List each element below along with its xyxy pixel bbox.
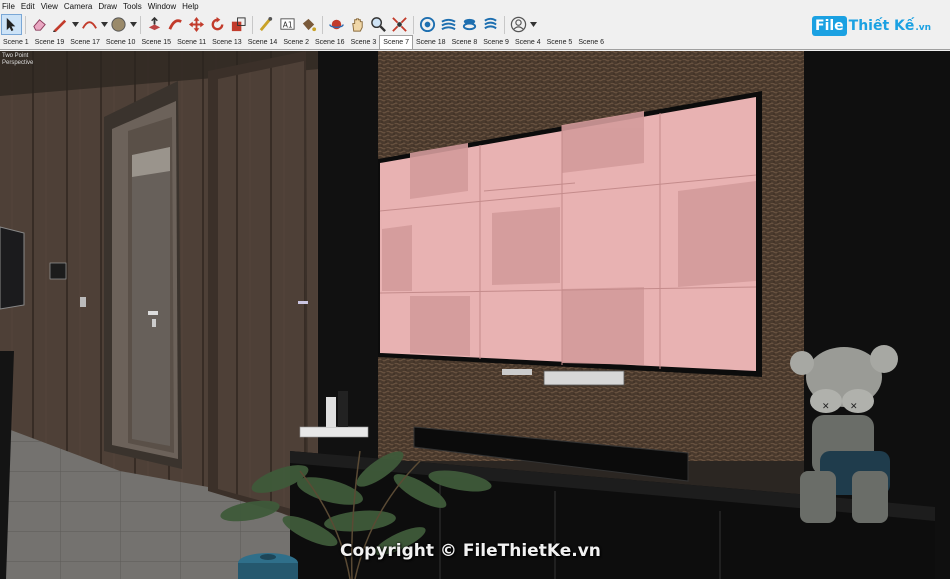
account-icon — [510, 16, 527, 33]
scene-tab-scene-11[interactable]: Scene 11 — [174, 36, 209, 49]
menu-bar: File Edit View Camera Draw Tools Window Help — [0, 0, 950, 13]
zoom-extents-icon — [392, 17, 407, 32]
scene-tab-scene-9[interactable]: Scene 9 — [480, 36, 512, 49]
svg-text:A1: A1 — [283, 20, 293, 29]
scene-tab-scene-6[interactable]: Scene 6 — [575, 36, 607, 49]
toolbar-separator — [413, 15, 414, 34]
scene-tab-scene-3[interactable]: Scene 3 — [348, 36, 380, 49]
extension-warehouse-tool-button[interactable] — [438, 14, 459, 35]
scene-tab-scene-7[interactable]: Scene 7 — [379, 35, 413, 49]
camera-mode-label: Two Point Perspective — [2, 53, 33, 67]
camera-mode-line1: Two Point — [2, 53, 29, 59]
3d-viewport[interactable]: ✕ ✕ Two Point Perspective Copyright © Fi… — [0, 51, 950, 579]
pencil-line-tool-button[interactable] — [50, 14, 71, 35]
3d-warehouse-icon — [419, 16, 436, 33]
scene-tab-scene-4[interactable]: Scene 4 — [512, 36, 544, 49]
filethietke-logo: File Thiết Kế .vn — [812, 14, 931, 38]
scene-tab-scene-13[interactable]: Scene 13 — [209, 36, 245, 49]
scene-tab-scene-18[interactable]: Scene 18 — [413, 36, 449, 49]
orbit-icon — [329, 19, 344, 30]
scale-tool-button[interactable] — [228, 14, 249, 35]
menu-tools[interactable]: Tools — [121, 0, 146, 13]
logo-name-text: Thiết Kế — [848, 18, 915, 34]
arc-icon — [82, 21, 97, 29]
menu-edit[interactable]: Edit — [19, 0, 39, 13]
menu-camera[interactable]: Camera — [62, 0, 96, 13]
svg-text:✕: ✕ — [822, 402, 830, 412]
interior-scene-render: ✕ ✕ — [0, 51, 950, 579]
menu-help[interactable]: Help — [180, 0, 202, 13]
arc-tool-button[interactable] — [79, 14, 100, 35]
scene-tab-scene-8[interactable]: Scene 8 — [449, 36, 481, 49]
extension-warehouse-icon — [441, 18, 456, 31]
extension-manager-icon — [484, 17, 497, 30]
svg-text:✕: ✕ — [850, 402, 858, 412]
tape-measure-icon — [259, 16, 273, 32]
extension-manager-tool-button[interactable] — [480, 14, 501, 35]
chevron-down-icon[interactable] — [71, 14, 79, 35]
push-pull-tool-button[interactable] — [144, 14, 165, 35]
chevron-down-icon[interactable] — [129, 14, 137, 35]
logo-domain-text: .vn — [915, 23, 932, 33]
zoom-extents-tool-button[interactable] — [389, 14, 410, 35]
menu-draw[interactable]: Draw — [96, 0, 121, 13]
scene-tab-scene-1[interactable]: Scene 1 — [0, 36, 32, 49]
select-arrow-icon — [6, 17, 16, 32]
follow-me-tool-button[interactable] — [165, 14, 186, 35]
scene-tab-scene-16[interactable]: Scene 16 — [312, 36, 348, 49]
zoom-icon — [371, 17, 386, 32]
menu-view[interactable]: View — [39, 0, 62, 13]
toolbar-separator — [140, 15, 141, 34]
eraser-icon — [33, 19, 46, 31]
scene-tab-scene-2[interactable]: Scene 2 — [280, 36, 312, 49]
rotate-icon — [211, 16, 224, 31]
layout-tool-button[interactable] — [459, 14, 480, 35]
rotate-tool-button[interactable] — [207, 14, 228, 35]
eraser-tool-button[interactable] — [29, 14, 50, 35]
move-tool-button[interactable] — [186, 14, 207, 35]
logo-file-text: File — [812, 16, 847, 36]
account-tool-button[interactable] — [508, 14, 529, 35]
scene-tab-scene-17[interactable]: Scene 17 — [67, 36, 103, 49]
main-toolbar: A1 — [0, 13, 950, 36]
paint-bucket-icon — [302, 18, 317, 32]
pencil-line-icon — [52, 19, 67, 33]
move-icon — [188, 16, 205, 33]
push-pull-icon — [148, 16, 161, 31]
toolbar-separator — [322, 15, 323, 34]
menu-window[interactable]: Window — [146, 0, 180, 13]
toolbar-separator — [252, 15, 253, 34]
scene-tab-scene-15[interactable]: Scene 15 — [138, 36, 174, 49]
chevron-down-icon[interactable] — [100, 14, 108, 35]
scene-tab-scene-10[interactable]: Scene 10 — [103, 36, 139, 49]
zoom-tool-button[interactable] — [368, 14, 389, 35]
scene-tab-scene-14[interactable]: Scene 14 — [245, 36, 281, 49]
text-tool-button[interactable]: A1 — [277, 14, 298, 35]
pan-tool-button[interactable] — [347, 14, 368, 35]
scene-tab-scene-19[interactable]: Scene 19 — [32, 36, 68, 49]
paint-bucket-tool-button[interactable] — [298, 14, 319, 35]
camera-mode-line2: Perspective — [2, 60, 34, 66]
scene-tabs: Scene 1 Scene 19 Scene 17 Scene 10 Scene 15 S… — [0, 35, 950, 50]
3d-warehouse-tool-button[interactable] — [417, 14, 438, 35]
follow-me-icon — [168, 19, 182, 30]
menu-file[interactable]: File — [0, 0, 19, 13]
copyright-watermark: Copyright © FileThietKe.vn — [340, 541, 601, 561]
scene-tab-scene-5[interactable]: Scene 5 — [544, 36, 576, 49]
select-arrow-tool-button[interactable] — [1, 14, 22, 35]
orbit-tool-button[interactable] — [326, 14, 347, 35]
chevron-down-icon[interactable] — [529, 14, 537, 35]
shape-circle-tool-button[interactable] — [108, 14, 129, 35]
layout-icon — [462, 18, 477, 31]
scale-icon — [231, 17, 246, 32]
toolbar-separator — [504, 15, 505, 34]
tape-measure-tool-button[interactable] — [256, 14, 277, 35]
toolbar-separator — [25, 15, 26, 34]
shape-circle-icon — [111, 17, 126, 32]
pan-icon — [352, 18, 363, 32]
text-icon: A1 — [280, 18, 295, 30]
